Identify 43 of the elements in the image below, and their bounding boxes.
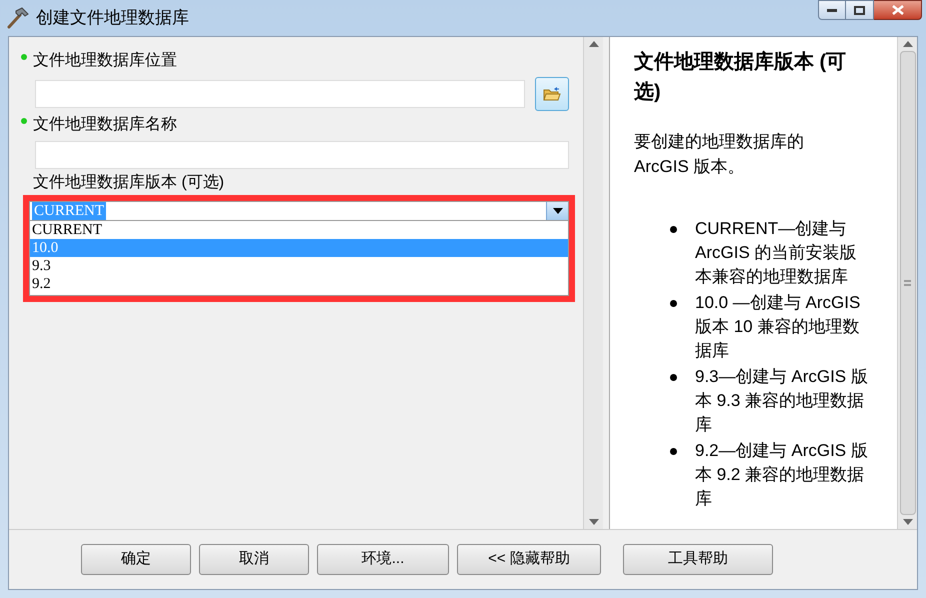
help-title: 文件地理数据库版本 (可选)	[634, 50, 848, 105]
dropdown-value: CURRENT	[32, 202, 106, 220]
text-field[interactable]	[35, 80, 526, 108]
parameter-label: 文件地理数据库版本 (可选)	[33, 173, 224, 193]
dialog-button[interactable]: 环境...	[317, 544, 449, 575]
dialog-button[interactable]: << 隐藏帮助	[457, 544, 601, 575]
minimize-icon	[827, 8, 837, 12]
text-field[interactable]	[35, 141, 570, 169]
maximize-button[interactable]	[846, 0, 874, 20]
help-description: 要创建的地理数据库的 ArcGIS 版本。	[634, 131, 805, 178]
close-button[interactable]	[874, 0, 922, 20]
maximize-icon	[854, 6, 865, 14]
help-bullet: CURRENT—创建与 ArcGIS 的当前安装版本兼容的地理数据库	[695, 218, 858, 288]
parameter-label: 文件地理数据库名称	[33, 115, 177, 135]
parameter-label: 文件地理数据库位置	[33, 51, 177, 71]
browse-button[interactable]	[535, 77, 570, 111]
dialog-button[interactable]: 取消	[199, 544, 309, 575]
bullet-icon	[670, 448, 677, 455]
hammer-icon	[6, 7, 30, 29]
close-icon	[892, 5, 904, 15]
scroll-down-icon[interactable]	[588, 519, 599, 525]
help-bullet: 9.3—创建与 ArcGIS 版本 9.3 兼容的地理数据库	[695, 366, 869, 436]
bullet-icon	[670, 300, 677, 307]
scroll-thumb[interactable]	[900, 51, 916, 515]
minimize-button[interactable]	[818, 0, 846, 20]
dialog-button[interactable]: 确定	[81, 544, 191, 575]
scroll-up-icon[interactable]	[588, 41, 599, 47]
scroll-up-icon[interactable]	[902, 41, 912, 47]
scrollbar[interactable]	[583, 37, 604, 529]
dropdown-option[interactable]: CURRENT	[30, 221, 568, 239]
dropdown-option[interactable]: 9.2	[30, 275, 568, 293]
folder-icon	[543, 86, 562, 102]
help-bullet: 9.2—创建与 ArcGIS 版本 9.2 兼容的地理数据库	[695, 440, 869, 510]
dropdown-option[interactable]: 9.3	[30, 257, 568, 275]
dialog-button[interactable]: 工具帮助	[623, 544, 773, 575]
scrollbar[interactable]	[897, 37, 917, 529]
window-title: 创建文件地理数据库	[36, 7, 189, 30]
dropdown-arrow-button[interactable]	[546, 202, 568, 220]
caret-icon	[552, 208, 563, 214]
bullet-icon	[670, 226, 677, 233]
help-bullet: 10.0 —创建与 ArcGIS 版本 10 兼容的地理数据库	[695, 292, 862, 362]
bullet-icon	[670, 374, 677, 381]
scroll-down-icon[interactable]	[902, 519, 912, 525]
